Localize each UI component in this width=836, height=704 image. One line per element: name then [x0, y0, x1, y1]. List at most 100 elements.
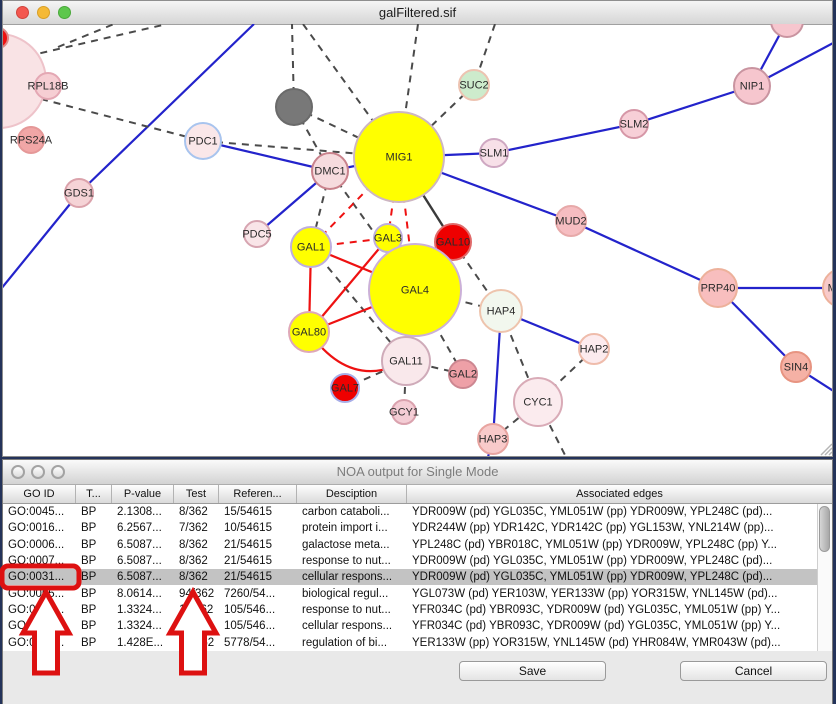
table-cell: 1.3324... — [112, 620, 174, 632]
table-cell: 10/54615 — [219, 522, 297, 534]
node-gray-node[interactable] — [276, 89, 312, 125]
edge-blue[interactable] — [203, 141, 330, 171]
traffic-lights — [16, 6, 71, 19]
table-cell: BP — [76, 506, 112, 518]
column-header-desciption[interactable]: Desciption — [297, 485, 407, 503]
table-row-3[interactable]: GO:0007...BP6.5087...8/36221/54615respon… — [3, 553, 832, 569]
table-cell: 1.428E... — [112, 637, 174, 649]
table-row-8[interactable]: GO:0050...BP1.428E...80/3625778/54...reg… — [3, 634, 832, 650]
table-scrollbar[interactable] — [817, 504, 832, 651]
table-body: GO:0045...BP2.1308...8/36215/54615carbon… — [3, 504, 832, 651]
node-label-SUC2: SUC2 — [459, 80, 488, 92]
save-button[interactable]: Save — [459, 661, 606, 681]
cancel-button[interactable]: Cancel — [680, 661, 827, 681]
node-label-SLM2: SLM2 — [620, 119, 649, 131]
edge-blue[interactable] — [571, 221, 718, 288]
table-cell: 8.0614... — [112, 588, 174, 600]
graph-titlebar[interactable]: galFiltered.sif — [3, 1, 832, 25]
node-label-GAL10: GAL10 — [436, 237, 470, 249]
edge-blue[interactable] — [3, 193, 79, 289]
node-label-GCY1: GCY1 — [389, 407, 419, 419]
table-cell: YPL248C (pd) YBR018C, YML051W (pp) YDR00… — [407, 539, 832, 551]
zoom-button-icon[interactable] — [51, 465, 65, 479]
table-cell: GO:0031... — [3, 620, 76, 632]
table-row-0[interactable]: GO:0045...BP2.1308...8/36215/54615carbon… — [3, 504, 832, 520]
table-header: GO IDT...P-valueTestReferen...Desciption… — [3, 485, 832, 504]
node-label-SLM1: SLM1 — [480, 148, 509, 160]
node-label-PDC5: PDC5 — [242, 229, 271, 241]
table-row-1[interactable]: GO:0016...BP6.2567...7/36210/54615protei… — [3, 520, 832, 536]
column-header-associated-edges[interactable]: Associated edges — [407, 485, 832, 503]
node-label-GAL11: GAL11 — [389, 356, 422, 368]
resize-grip-icon[interactable] — [829, 452, 832, 455]
node-label-GAL80: GAL80 — [292, 327, 326, 339]
table-cell: BP — [76, 539, 112, 551]
noa-titlebar[interactable]: NOA output for Single Mode — [3, 460, 832, 485]
table-cell: BP — [76, 588, 112, 600]
minimize-button-icon[interactable] — [37, 6, 50, 19]
table-cell: GO:0031... — [3, 604, 76, 616]
edge-dash[interactable] — [58, 24, 114, 47]
table-cell: GO:0045... — [3, 506, 76, 518]
table-cell: biological regul... — [297, 588, 407, 600]
noa-traffic-lights — [11, 465, 65, 479]
table-cell: 21/54615 — [219, 539, 297, 551]
table-cell: 80/362 — [174, 637, 219, 649]
node-label-NIP1: NIP1 — [740, 81, 764, 93]
node-label-SIN4: SIN4 — [784, 362, 808, 374]
column-header-t-[interactable]: T... — [76, 485, 112, 503]
table-cell: GO:0006... — [3, 539, 76, 551]
edge-blue[interactable] — [79, 24, 254, 193]
edge-dash[interactable] — [41, 99, 203, 141]
zoom-button-icon[interactable] — [58, 6, 71, 19]
table-cell: GO:0016... — [3, 522, 76, 534]
node-label-CYC1: CYC1 — [523, 397, 552, 409]
node-label-DMC1: DMC1 — [314, 166, 345, 178]
table-cell: 5778/54... — [219, 637, 297, 649]
table-row-4[interactable]: GO:0031...BP6.5087...8/36221/54615cellul… — [3, 569, 832, 585]
noa-window-title: NOA output for Single Mode — [337, 464, 499, 479]
node-label-RPL18B: RPL18B — [28, 81, 69, 93]
table-cell: 1.3324... — [112, 604, 174, 616]
column-header-go-id[interactable]: GO ID — [3, 485, 76, 503]
minimize-button-icon[interactable] — [31, 465, 45, 479]
scrollbar-thumb[interactable] — [819, 506, 830, 552]
node-pink-topright[interactable] — [771, 24, 803, 37]
graph-window-title: galFiltered.sif — [379, 5, 456, 20]
close-button-icon[interactable] — [11, 465, 25, 479]
table-row-2[interactable]: GO:0006...BP6.5087...8/36221/54615galact… — [3, 537, 832, 553]
table-cell: GO:0007... — [3, 555, 76, 567]
table-cell: 8/362 — [174, 571, 219, 583]
table-cell: 11/362 — [174, 620, 219, 632]
node-label-GAL4: GAL4 — [401, 285, 429, 297]
table-cell: YFR034C (pd) YBR093C, YDR009W (pd) YGL03… — [407, 604, 832, 616]
table-cell: YDR244W (pp) YDR142C, YDR142C (pp) YGL15… — [407, 522, 832, 534]
table-cell: cellular respons... — [297, 571, 407, 583]
table-row-7[interactable]: GO:0031...BP1.3324...11/362105/546...cel… — [3, 618, 832, 634]
table-cell: 7260/54... — [219, 588, 297, 600]
table-cell: YDR009W (pd) YGL035C, YML051W (pp) YDR00… — [407, 571, 832, 583]
table-cell: response to nut... — [297, 604, 407, 616]
table-cell: BP — [76, 604, 112, 616]
table-cell: YDR009W (pd) YGL035C, YML051W (pp) YDR00… — [407, 555, 832, 567]
network-canvas[interactable]: RPL18BRPS24AGDS1PDC1DMC1MIG1PDC5GAL1GAL3… — [3, 24, 832, 456]
column-header-p-value[interactable]: P-value — [112, 485, 174, 503]
column-header-referen-[interactable]: Referen... — [219, 485, 297, 503]
table-cell: BP — [76, 637, 112, 649]
table-cell: BP — [76, 522, 112, 534]
table-cell: GO:0065... — [3, 588, 76, 600]
edge-blue[interactable] — [494, 124, 634, 153]
table-cell: 105/546... — [219, 620, 297, 632]
table-cell: 7/362 — [174, 522, 219, 534]
node-label-PRP40: PRP40 — [701, 283, 736, 295]
table-row-6[interactable]: GO:0031...BP1.3324...11/362105/546...res… — [3, 602, 832, 618]
close-button-icon[interactable] — [16, 6, 29, 19]
table-cell: protein import i... — [297, 522, 407, 534]
node-label-GDS1: GDS1 — [64, 188, 94, 200]
column-header-test[interactable]: Test — [174, 485, 219, 503]
table-cell: BP — [76, 620, 112, 632]
node-label-PDC1: PDC1 — [188, 136, 217, 148]
table-row-5[interactable]: GO:0065...BP8.0614...94/3627260/54...bio… — [3, 585, 832, 601]
table-cell: 8/362 — [174, 555, 219, 567]
table-cell: GO:0050... — [3, 637, 76, 649]
